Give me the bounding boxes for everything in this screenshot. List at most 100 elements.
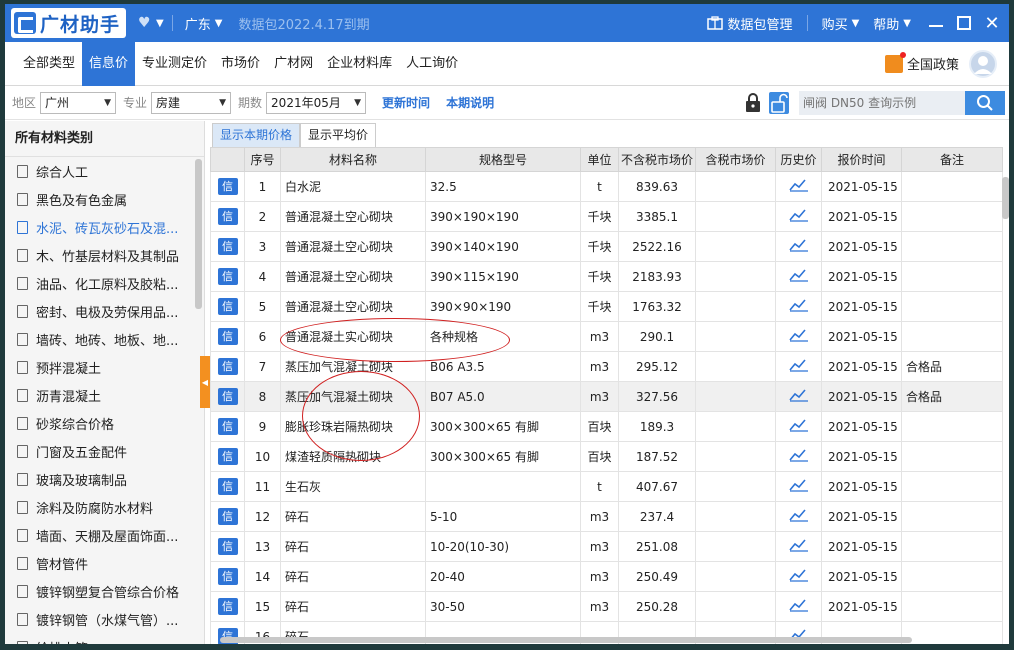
sidebar-item[interactable]: 镀锌钢管（水煤气管）... [5, 605, 204, 633]
info-badge[interactable]: 信 [217, 358, 238, 375]
info-badge[interactable]: 信 [217, 268, 238, 285]
trend-chart-icon[interactable] [788, 538, 809, 552]
info-badge[interactable]: 信 [217, 478, 238, 495]
sidebar-collapse-button[interactable]: ◀ [200, 356, 210, 408]
table-row[interactable]: 信 6 普通混凝土实心砌块 各种规格 m3 290.1 2021-05-15 [210, 321, 1003, 352]
trend-chart-icon[interactable] [788, 598, 809, 612]
sidebar-item[interactable]: 综合人工 [5, 157, 204, 185]
unlock-button[interactable] [769, 92, 789, 114]
minimize-button[interactable] [925, 12, 947, 34]
trend-chart-icon[interactable] [788, 268, 809, 282]
tab-info-price[interactable]: 信息价 [82, 41, 136, 86]
table-row[interactable]: 信 12 碎石 5-10 m3 237.4 2021-05-15 [210, 501, 1003, 532]
info-badge[interactable]: 信 [217, 328, 238, 345]
info-badge[interactable]: 信 [217, 178, 238, 195]
table-row[interactable]: 信 9 膨胀珍珠岩隔热砌块 300×300×65 有脚 百块 189.3 2021-05-1… [210, 411, 1003, 442]
trend-chart-icon[interactable] [788, 508, 809, 522]
trend-chart-icon[interactable] [788, 238, 809, 252]
table-row[interactable]: 信 1 白水泥 32.5 t 839.63 2021-05-15 [210, 171, 1003, 202]
trend-chart-icon[interactable] [788, 568, 809, 582]
table-scrollbar[interactable] [1002, 177, 1009, 219]
sidebar-item[interactable]: 砂浆综合价格 [5, 409, 204, 437]
sidebar-item[interactable]: 管材管件 [5, 549, 204, 577]
sidebar-item[interactable]: 涂料及防腐防水材料 [5, 493, 204, 521]
trend-chart-icon[interactable] [788, 388, 809, 402]
info-badge[interactable]: 信 [217, 568, 238, 585]
col-no[interactable]: 序号 [244, 147, 281, 172]
info-badge[interactable]: 信 [217, 418, 238, 435]
sidebar-item[interactable]: 墙面、天棚及屋面饰面... [5, 521, 204, 549]
trend-chart-icon[interactable] [788, 478, 809, 492]
sidebar-item[interactable]: 密封、电极及劳保用品... [5, 297, 204, 325]
table-row[interactable]: 信 4 普通混凝土空心砌块 390×115×190 千块 2183.93 2021-05-1… [210, 261, 1003, 292]
col-history[interactable]: 历史价 [775, 147, 822, 172]
sidebar-item[interactable]: 给排水管... [5, 633, 204, 644]
table-row[interactable]: 信 11 生石灰 t 407.67 2021-05-15 [210, 471, 1003, 502]
table-row[interactable]: 信 7 蒸压加气混凝土砌块 B06 A3.5 m3 295.12 2021-05-15 合格品 [210, 351, 1003, 382]
search-button[interactable] [965, 91, 1005, 115]
table-row[interactable]: 信 13 碎石 10-20(10-30) m3 251.08 2021-05-15 [210, 531, 1003, 562]
table-row[interactable]: 信 3 普通混凝土空心砌块 390×140×190 千块 2522.16 2021-05-1… [210, 231, 1003, 262]
tab-all-types[interactable]: 全部类型 [16, 42, 82, 86]
col-date[interactable]: 报价时间 [821, 147, 902, 172]
info-badge[interactable]: 信 [217, 298, 238, 315]
sidebar-item[interactable]: 预拌混凝土 [5, 353, 204, 381]
help-menu[interactable]: 帮助 ▼ [873, 14, 911, 33]
trend-chart-icon[interactable] [788, 328, 809, 342]
sidebar-item[interactable]: 木、竹基层材料及其制品 [5, 241, 204, 269]
trend-chart-icon[interactable] [788, 178, 809, 192]
info-badge[interactable]: 信 [217, 598, 238, 615]
table-row[interactable]: 信 14 碎石 20-40 m3 250.49 2021-05-15 [210, 561, 1003, 592]
table-row[interactable]: 信 15 碎石 30-50 m3 250.28 2021-05-15 [210, 591, 1003, 622]
sidebar-item[interactable]: 门窗及五金配件 [5, 437, 204, 465]
table-row[interactable]: 信 2 普通混凝土空心砌块 390×190×190 千块 3385.1 2021-05-15 [210, 201, 1003, 232]
info-badge[interactable]: 信 [217, 508, 238, 525]
sidebar-item[interactable]: 油品、化工原料及胶粘... [5, 269, 204, 297]
sidebar-item[interactable]: 镀锌钢塑复合管综合价格 [5, 577, 204, 605]
tab-market-price[interactable]: 市场价 [214, 42, 267, 86]
chevron-down-icon[interactable]: ▼ [156, 18, 164, 29]
info-badge[interactable]: 信 [217, 208, 238, 225]
major-filter-select[interactable]: 房建 ▼ [151, 91, 232, 114]
table-row[interactable]: 信 10 煤渣轻质隔热砌块 300×300×65 有脚 百块 187.52 2021-05-… [210, 441, 1003, 472]
sidebar-scrollbar[interactable] [195, 159, 202, 309]
trend-chart-icon[interactable] [788, 358, 809, 372]
favorite-icon[interactable]: ♥ [138, 16, 152, 30]
col-spec[interactable]: 规格型号 [425, 147, 581, 172]
tab-gcw[interactable]: 广材网 [267, 42, 320, 86]
sidebar-item[interactable]: 玻璃及玻璃制品 [5, 465, 204, 493]
update-time-link[interactable]: 更新时间 [382, 94, 430, 111]
search-input[interactable] [799, 96, 959, 110]
national-policy-button[interactable]: 全国政策 [884, 51, 959, 73]
tab-measured-price[interactable]: 专业测定价 [135, 42, 214, 86]
col-name[interactable]: 材料名称 [280, 147, 426, 172]
trend-chart-icon[interactable] [788, 208, 809, 222]
close-button[interactable]: ✕ [981, 12, 1003, 34]
sidebar-item[interactable]: 黑色及有色金属 [5, 185, 204, 213]
avatar[interactable] [969, 50, 997, 78]
horizontal-scrollbar[interactable] [220, 637, 912, 643]
table-row[interactable]: 信 8 蒸压加气混凝土砌块 B07 A5.0 m3 327.56 2021-05-15 合格品 [210, 381, 1003, 412]
lock-button[interactable] [743, 92, 763, 114]
info-badge[interactable]: 信 [217, 448, 238, 465]
info-badge[interactable]: 信 [217, 388, 238, 405]
col-price[interactable]: 不含税市场价 [618, 147, 696, 172]
table-row[interactable]: 信 5 普通混凝土空心砌块 390×90×190 千块 1763.32 2021-05-15 [210, 291, 1003, 322]
tab-current-price[interactable]: 显示本期价格 [212, 123, 301, 147]
sidebar-item[interactable]: 水泥、砖瓦灰砂石及混... [5, 213, 204, 241]
period-filter-select[interactable]: 2021年05月 ▼ [266, 91, 367, 114]
period-note-link[interactable]: 本期说明 [446, 94, 494, 111]
trend-chart-icon[interactable] [788, 448, 809, 462]
data-package-button[interactable]: 数据包管理 [706, 14, 793, 33]
region-selector[interactable]: 广东 ▼ [185, 14, 223, 33]
region-filter-select[interactable]: 广州 ▼ [40, 91, 117, 114]
sidebar-item[interactable]: 沥青混凝土 [5, 381, 204, 409]
info-badge[interactable]: 信 [217, 538, 238, 555]
col-tax-price[interactable]: 含税市场价 [695, 147, 776, 172]
tab-manual-inquiry[interactable]: 人工询价 [399, 42, 465, 86]
tab-enterprise-library[interactable]: 企业材料库 [320, 42, 399, 86]
info-badge[interactable]: 信 [217, 238, 238, 255]
buy-menu[interactable]: 购买 ▼ [822, 14, 860, 33]
col-note[interactable]: 备注 [901, 147, 1003, 172]
col-unit[interactable]: 单位 [580, 147, 619, 172]
